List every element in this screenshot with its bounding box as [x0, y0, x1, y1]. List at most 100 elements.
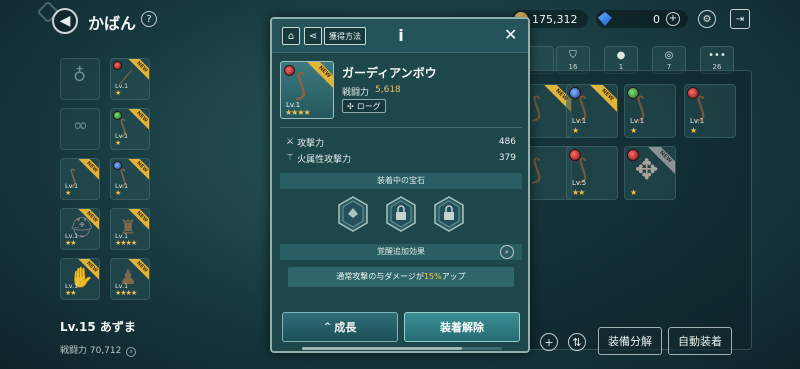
sort-icon[interactable]: ⇅ — [568, 333, 586, 351]
new-badge: NEW — [77, 159, 99, 182]
stat-row: ⚚ 火属性攻撃力 379 — [286, 151, 516, 165]
exit-door-icon[interactable]: ⇥ — [730, 9, 750, 29]
material-icon: ✥ — [635, 153, 659, 186]
item-stars: ★ — [572, 126, 579, 135]
item-stars: ★ — [115, 89, 121, 97]
equipment-slot[interactable]: ⟆ NEW Lv.1 ★ — [60, 158, 100, 200]
item-stars: ★ — [65, 189, 71, 197]
info-icon[interactable]: i — [390, 25, 412, 47]
item-stars: ★ — [630, 188, 637, 197]
gem-icon — [598, 12, 612, 26]
new-badge: NEW — [127, 109, 149, 132]
stat-value: 486 — [498, 137, 516, 147]
dismantle-button[interactable]: 装備分解 — [598, 327, 662, 355]
bow-icon: ⟆ — [295, 68, 307, 103]
gem-slot-open[interactable] — [334, 195, 372, 233]
equipment-slot[interactable]: ♜ NEW Lv.1 ★★★★ — [110, 208, 150, 250]
equipment-slot[interactable]: ♟ NEW Lv.1 ★★★★ — [110, 258, 150, 300]
item-stars: ★ — [630, 126, 637, 135]
item-stars: ★★ — [65, 289, 77, 297]
awaken-effect: 通常攻撃の与ダメージが15%アップ — [288, 267, 514, 287]
share-icon[interactable]: ⋖ — [304, 27, 322, 45]
add-slot-button[interactable]: + — [540, 333, 558, 351]
item-stars: ★ — [115, 139, 121, 147]
effect-text: 通常攻撃の与ダメージが — [336, 272, 424, 281]
scroll-thumb[interactable] — [302, 347, 462, 350]
gem-slot-locked[interactable] — [382, 195, 420, 233]
new-badge: NEW — [305, 62, 333, 91]
inventory-item[interactable]: ⟆ Lv.1 ★ — [624, 84, 676, 138]
item-name: ガーディアンボウ — [342, 66, 437, 80]
settings-gear-icon[interactable]: ⚙ — [698, 10, 716, 28]
inventory-item[interactable]: ⟆ NEW Lv.1 ★ — [566, 84, 618, 138]
more-icon: ••• — [708, 50, 726, 61]
item-stars: ★★★★ — [115, 289, 137, 297]
auto-equip-button[interactable]: 自動装着 — [668, 327, 732, 355]
attack-swords-icon: ⚔ — [286, 137, 295, 147]
awaken-section-header: 覚醒追加効果 — [280, 244, 522, 260]
equipment-slot[interactable]: ⛑ NEW Lv.1 ★★ — [60, 208, 100, 250]
equipment-slot[interactable]: ⟆ NEW Lv.1 ★ — [110, 158, 150, 200]
item-level: Lv.1 — [572, 117, 587, 125]
equipment-slot[interactable]: ✋ NEW Lv.1 ★★ — [60, 258, 100, 300]
back-button[interactable]: ◀ — [52, 8, 78, 34]
magnifier-icon[interactable]: ⌕ — [500, 245, 514, 259]
item-level: Lv.5 — [572, 179, 587, 187]
character-level-name: Lv.15 あずま — [60, 320, 136, 334]
class-tag: ✣ ローグ — [342, 99, 386, 113]
lock-icon[interactable]: ⌂ — [282, 27, 300, 45]
new-badge: NEW — [589, 85, 617, 113]
gold-amount: 175,312 — [532, 12, 578, 26]
grow-button[interactable]: ^ 成長 — [282, 312, 398, 342]
item-stars: ★★ — [65, 239, 77, 247]
item-stars: ★★★★ — [115, 239, 137, 247]
necklace-icon: ♁ — [73, 65, 87, 86]
acquisition-button[interactable]: 獲得方法 — [324, 27, 366, 45]
equipment-slot[interactable]: ⟋ NEW Lv.1 ★ — [110, 58, 150, 100]
ring-icon: ◎ — [664, 50, 674, 61]
character-power-text: 戦闘力 70,712 — [60, 346, 122, 356]
gem-counter: 0 + — [596, 10, 688, 28]
close-icon[interactable]: ✕ — [504, 25, 517, 44]
effect-highlight: 15% — [423, 272, 442, 281]
class-icon: ✣ — [347, 101, 354, 111]
grow-button-label: 成長 — [334, 321, 357, 334]
item-power-label: 戦闘力 — [342, 88, 370, 98]
stat-row: ⚔ 攻撃力 486 — [286, 135, 516, 149]
arrow-left-icon: ◀ — [59, 13, 71, 29]
necklace-slot[interactable]: ♁ — [60, 58, 100, 100]
inventory-item[interactable]: ✥ NEW ★ — [624, 146, 676, 200]
item-stars: ★ — [690, 126, 697, 135]
orb-icon: ● — [616, 50, 626, 61]
shield-icon: ⛉ — [569, 50, 577, 61]
earring-slot[interactable]: ∞ — [60, 108, 100, 150]
gem-slot-locked[interactable] — [430, 195, 468, 233]
character-power: 戦闘力 70,712 ⌕ — [60, 343, 137, 357]
item-level: Lv.1 — [630, 117, 645, 125]
earring-icon: ∞ — [73, 115, 88, 136]
stat-name: 火属性攻撃力 — [297, 154, 352, 165]
gem-amount: 0 — [653, 12, 660, 26]
item-stars: ★ — [115, 189, 121, 197]
up-chevron-icon: ^ — [323, 322, 332, 332]
new-badge: NEW — [127, 159, 149, 182]
effect-text-suffix: アップ — [441, 272, 466, 281]
item-detail-popup: ⌂ ⋖ 獲得方法 i ✕ ⟆ NEW Lv.1 ★★★★ ガーディアンボウ 戦闘… — [270, 17, 530, 353]
item-level: Lv.1 — [690, 117, 705, 125]
help-button[interactable]: ? — [141, 11, 157, 27]
inventory-item[interactable]: ⟆ Lv.5 ★★ — [566, 146, 618, 200]
equipment-slot[interactable]: ⟆ NEW Lv.1 ★ — [110, 108, 150, 150]
item-portrait: ⟆ NEW Lv.1 ★★★★ — [280, 61, 334, 119]
gem-section-header: 装着中の宝石 — [280, 173, 522, 189]
inventory-item[interactable]: ⟆ Lv.1 ★ — [684, 84, 736, 138]
stat-value: 379 — [498, 153, 516, 163]
class-tag-label: ローグ — [356, 101, 381, 111]
magnifier-icon[interactable]: ⌕ — [126, 347, 137, 357]
stat-name: 攻撃力 — [297, 138, 325, 149]
item-stars: ★★★★ — [285, 108, 311, 117]
unequip-button[interactable]: 装着解除 — [404, 312, 520, 342]
add-gems-button[interactable]: + — [666, 12, 680, 26]
bow-icon: ⟆ — [531, 153, 542, 186]
item-power-value: 5,618 — [375, 85, 401, 95]
divider — [280, 127, 522, 128]
